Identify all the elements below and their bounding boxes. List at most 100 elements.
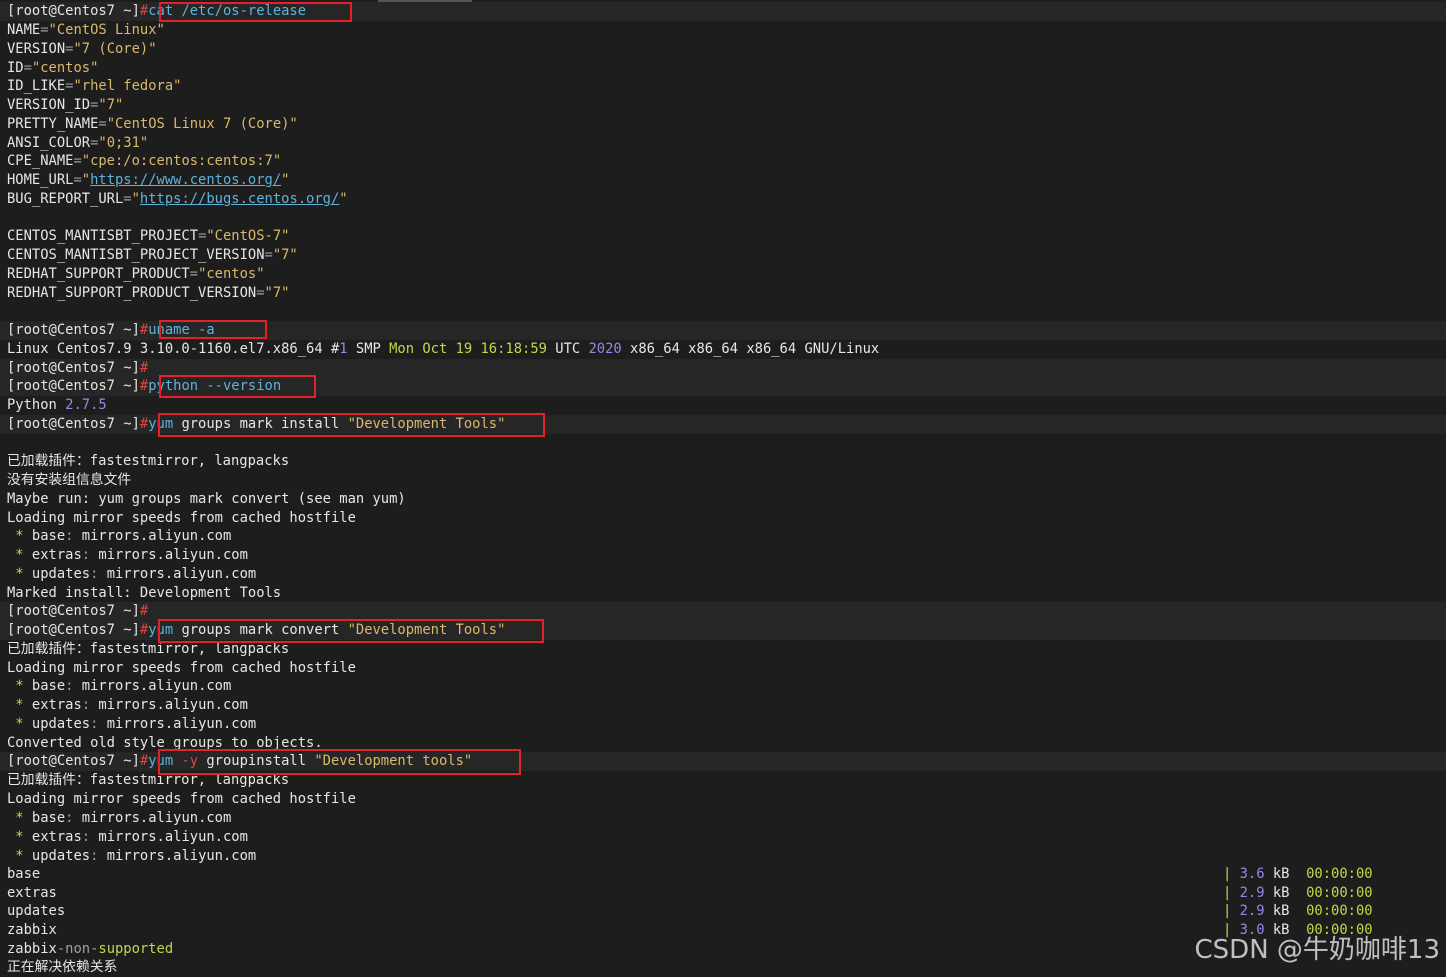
os-release-line: VERSION="7 (Core)" (7, 40, 1437, 59)
uname-part: 1 (339, 341, 348, 357)
prompt-hash: # (139, 360, 149, 376)
loading-mirror: Loading mirror speeds from cached hostfi… (7, 791, 356, 807)
repo-unit: kB (1272, 922, 1290, 938)
os-release-value: "CentOS-7" (206, 228, 290, 244)
equals-sign: = (23, 60, 32, 76)
os-release-url[interactable]: https://www.centos.org/ (90, 172, 281, 188)
os-release-line: VERSION_ID="7" (7, 96, 1437, 115)
prompt: [root@Centos7 ~] (7, 753, 140, 769)
repo-size: 3.0 (1239, 922, 1265, 938)
colon: : (81, 828, 99, 845)
uname-date: Mon Oct (389, 341, 456, 357)
mirror-line: * base: mirrors.aliyun.com (7, 677, 1437, 696)
mirror-repo: base (31, 678, 66, 694)
mirror-host: mirrors.aliyun.com (106, 715, 257, 732)
uname-output: Linux Centos7.9 3.10.0-1160.el7.x86_64 #… (7, 340, 1437, 359)
os-release-value: "7" (264, 285, 290, 301)
mirror-repo: base (31, 810, 66, 826)
terminal-window[interactable]: [root@Centos7 ~]#cat /etc/os-release NAM… (0, 0, 1446, 975)
mirror-line: * updates: mirrors.aliyun.com (7, 847, 1437, 866)
os-release-line: NAME="CentOS Linux" (7, 21, 1437, 40)
os-release-value: "centos" (198, 266, 265, 282)
os-release-value: "rhel fedora" (73, 78, 182, 94)
os-release-key: PRETTY_NAME (7, 116, 99, 132)
highlight-box (159, 2, 352, 22)
equals-sign: = (73, 153, 82, 169)
uname-part: x86_64 x86_64 x86_64 GNU/Linux (621, 341, 880, 357)
bullet-star: * (7, 678, 32, 694)
quote: " (339, 191, 348, 207)
mirror-line: * extras: mirrors.aliyun.com (7, 828, 1437, 847)
repo-time: 00:00:00 (1306, 922, 1373, 938)
mirror-host: mirrors.aliyun.com (81, 528, 232, 544)
equals-sign: = (123, 191, 132, 207)
mirror-line: * base: mirrors.aliyun.com (7, 809, 1437, 828)
colon: : (90, 715, 107, 732)
equals-sign: = (256, 285, 265, 301)
uname-part: Linux Centos7.9 3.10.0-1160.el7.x86_64 # (7, 341, 340, 357)
bullet-star: * (7, 715, 32, 732)
bullet-star: * (7, 810, 32, 826)
colon: : (81, 696, 99, 713)
repo-size: 2.9 (1239, 903, 1265, 919)
os-release-key: CENTOS_MANTISBT_PROJECT_VERSION (7, 247, 265, 263)
loading-mirror: Loading mirror speeds from cached hostfi… (7, 660, 356, 676)
os-release-value: "CentOS Linux 7 (Core)" (106, 116, 298, 132)
highlight-box (159, 375, 316, 398)
quote: " (131, 191, 140, 207)
os-release-key: VERSION (7, 41, 66, 57)
repo-stats: | 3.0 kB 00:00:00 (1223, 921, 1373, 940)
repo-time: 00:00:00 (1306, 903, 1373, 919)
prompt-hash: # (139, 322, 149, 338)
bullet-star: * (7, 565, 32, 582)
maybe-run: Maybe run: yum groups mark convert (see … (7, 491, 406, 507)
repo-time: 00:00:00 (1306, 885, 1373, 901)
mirror-line: * updates: mirrors.aliyun.com (7, 565, 1437, 584)
os-release-key: CENTOS_MANTISBT_PROJECT (7, 228, 199, 244)
repo-name: extras (7, 885, 57, 901)
os-release-value: "7" (98, 97, 124, 113)
os-release-key: HOME_URL (7, 172, 74, 188)
mirror-repo: extras (31, 828, 82, 845)
highlight-box (158, 749, 521, 775)
mirror-line: * base: mirrors.aliyun.com (7, 527, 1437, 546)
repo-name: zabbix (7, 922, 57, 938)
separator: | (1223, 903, 1240, 919)
separator: | (1223, 866, 1240, 882)
mirror-line: * extras: mirrors.aliyun.com (7, 696, 1437, 715)
repo-name: zabbix (7, 941, 57, 957)
repo-stats: | 2.9 kB 00:00:00 (1223, 884, 1373, 903)
equals-sign: = (73, 172, 82, 188)
os-release-value: "centos" (31, 60, 99, 76)
os-release-value: "7" (272, 247, 298, 263)
highlight-box (158, 619, 544, 643)
os-release-line: REDHAT_SUPPORT_PRODUCT="centos" (7, 265, 1437, 284)
bullet-star: * (7, 546, 32, 563)
os-release-url[interactable]: https://bugs.centos.org/ (140, 191, 339, 207)
os-release-key: ID (7, 60, 24, 76)
prompt-hash: # (139, 3, 149, 19)
os-release-line: ID="centos" (7, 59, 1437, 78)
prompt: [root@Centos7 ~] (7, 622, 140, 638)
equals-sign: = (40, 22, 49, 38)
bullet-star: * (7, 828, 32, 845)
colon: : (65, 678, 82, 694)
repo-stats: | 2.9 kB 00:00:00 (1223, 902, 1373, 921)
os-release-line: BUG_REPORT_URL="https://bugs.centos.org/… (7, 190, 1437, 209)
os-release-line: ID_LIKE="rhel fedora" (7, 77, 1437, 96)
colon: : (81, 546, 99, 563)
prompt-hash: # (139, 378, 149, 394)
mirror-repo: updates (31, 847, 91, 864)
os-release-line: PRETTY_NAME="CentOS Linux 7 (Core)" (7, 115, 1437, 134)
os-release-key: BUG_REPORT_URL (7, 191, 124, 207)
repo-size: 2.9 (1239, 885, 1265, 901)
uname-year: 2020 (588, 341, 622, 357)
mirror-repo: extras (31, 696, 82, 713)
os-release-key: NAME (7, 22, 41, 38)
